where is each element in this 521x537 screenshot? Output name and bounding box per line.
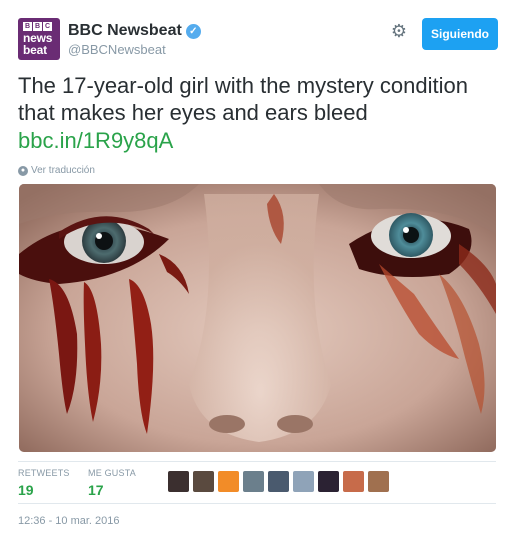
tweet-text: The 17-year-old girl with the mystery co… — [18, 73, 468, 125]
translate-label: Ver traducción — [31, 165, 95, 176]
tweet-photo[interactable] — [19, 184, 496, 452]
stats-divider-bottom — [18, 503, 496, 504]
bbc-block: C — [43, 22, 52, 31]
retweets-label: RETWEETS — [18, 468, 70, 478]
account-handle[interactable]: @BBCNewsbeat — [68, 42, 166, 57]
tweet-card: B B C news beat BBC Newsbeat ✓ @BBCNewsb… — [0, 0, 521, 537]
liker-avatar[interactable] — [318, 471, 339, 492]
tweet-timestamp[interactable]: 12:36 - 10 mar. 2016 — [18, 515, 120, 527]
gear-icon[interactable]: ⚙ — [390, 22, 408, 40]
liker-avatar[interactable] — [368, 471, 389, 492]
likes-label: ME GUSTA — [88, 468, 136, 478]
liker-avatar[interactable] — [293, 471, 314, 492]
photo-eyes-closeup — [19, 184, 496, 452]
bbc-block: B — [33, 22, 42, 31]
account-avatar[interactable]: B B C news beat — [18, 18, 60, 60]
avatar-word-beat: beat — [23, 43, 47, 57]
verified-badge-icon: ✓ — [185, 23, 201, 39]
following-button[interactable]: Siguiendo — [422, 18, 498, 50]
translate-link[interactable]: ● Ver traducción — [18, 165, 95, 176]
globe-icon: ● — [18, 165, 28, 176]
liker-avatar[interactable] — [168, 471, 189, 492]
retweets-count: 19 — [18, 482, 34, 498]
account-name-row: BBC Newsbeat ✓ — [68, 22, 201, 40]
retweets-stat[interactable]: RETWEETS 19 — [18, 468, 70, 498]
liker-avatar[interactable] — [343, 471, 364, 492]
account-name[interactable]: BBC Newsbeat — [68, 22, 182, 40]
liker-avatar[interactable] — [243, 471, 264, 492]
likes-stat[interactable]: ME GUSTA 17 — [88, 468, 136, 498]
liker-avatar[interactable] — [218, 471, 239, 492]
bbc-logo-blocks: B B C — [23, 22, 56, 31]
likes-count: 17 — [88, 482, 104, 498]
liker-avatar[interactable] — [268, 471, 289, 492]
tweet-link[interactable]: bbc.in/1R9y8qA — [18, 127, 173, 154]
liker-avatars — [168, 471, 389, 492]
avatar-word-news: news — [23, 31, 53, 45]
stats-divider-top — [18, 461, 496, 462]
bbc-block: B — [23, 22, 32, 31]
liker-avatar[interactable] — [193, 471, 214, 492]
